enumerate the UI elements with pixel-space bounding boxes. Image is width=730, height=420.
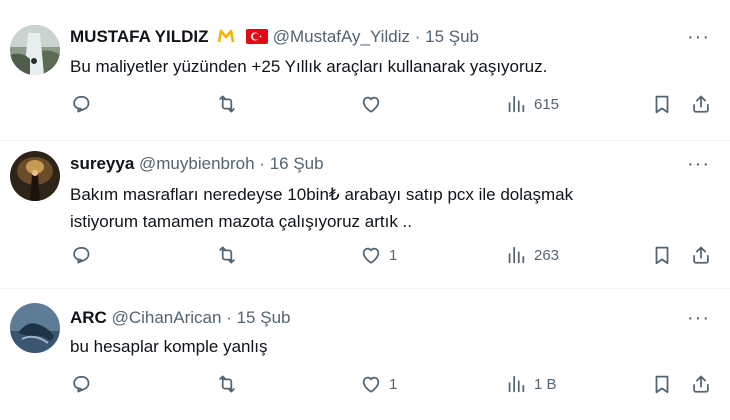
like-icon — [360, 93, 382, 115]
like-button[interactable]: 1 — [360, 244, 397, 266]
action-bar: 615 — [0, 93, 730, 123]
separator-dot: · — [259, 154, 265, 173]
share-button[interactable] — [690, 93, 712, 115]
reply-icon — [70, 244, 92, 266]
share-icon — [690, 93, 712, 115]
timestamp[interactable]: 15 Şub — [425, 27, 479, 46]
retweet-icon — [216, 93, 238, 115]
action-bar: 1 263 — [0, 244, 730, 274]
bookmark-icon — [651, 244, 673, 266]
bookmark-icon — [651, 93, 673, 115]
avatar[interactable] — [10, 25, 60, 75]
views-button[interactable]: 615 — [505, 93, 559, 115]
share-icon — [690, 244, 712, 266]
tweet-text: bu hesaplar komple yanlış — [70, 333, 268, 360]
share-icon — [690, 373, 712, 395]
tweet[interactable]: ARC @CihanArican · 15 Şub ··· bu hesapla… — [0, 289, 730, 420]
timestamp[interactable]: 16 Şub — [270, 154, 324, 173]
reply-button[interactable] — [70, 244, 92, 266]
tweet-header: ARC @CihanArican · 15 Şub — [70, 307, 290, 329]
views-button[interactable]: 1 B — [505, 373, 557, 395]
tweet-text-line: bu hesaplar komple yanlış — [70, 337, 268, 356]
avatar[interactable] — [10, 303, 60, 353]
tweet-text-line: Bu maliyetler yüzünden +25 Yıllık araçla… — [70, 57, 548, 76]
share-button[interactable] — [690, 244, 712, 266]
views-button[interactable]: 263 — [505, 244, 559, 266]
like-icon — [360, 373, 382, 395]
view-count: 615 — [534, 95, 560, 113]
retweet-icon — [216, 373, 238, 395]
avatar[interactable] — [10, 151, 60, 201]
timestamp[interactable]: 15 Şub — [237, 308, 291, 327]
views-icon — [505, 373, 527, 395]
view-count: 1 B — [534, 375, 557, 393]
tweet[interactable]: sureyya @muybienbroh · 16 Şub ··· Bakım … — [0, 141, 730, 288]
handle[interactable]: @CihanArican — [112, 308, 222, 327]
views-icon — [505, 244, 527, 266]
bookmark-icon — [651, 373, 673, 395]
action-bar: 1 1 B — [0, 373, 730, 403]
retweet-icon — [216, 244, 238, 266]
like-count: 1 — [389, 375, 398, 393]
separator-dot: · — [414, 27, 421, 46]
tweet-text-line: istiyorum tamamen mazota çalışıyoruz art… — [70, 212, 412, 231]
separator-dot: · — [226, 308, 232, 327]
display-name[interactable]: sureyya — [70, 154, 134, 173]
display-name[interactable]: MUSTAFA YILDIZ — [70, 27, 209, 46]
views-icon — [505, 93, 527, 115]
like-button[interactable] — [360, 93, 389, 115]
reply-icon — [70, 93, 92, 115]
share-button[interactable] — [690, 373, 712, 395]
retweet-button[interactable] — [216, 244, 238, 266]
bookmark-button[interactable] — [651, 93, 673, 115]
like-icon — [360, 244, 382, 266]
more-options-icon[interactable]: ··· — [687, 153, 710, 176]
turkey-flag-icon — [245, 29, 268, 44]
tweet[interactable]: MUSTAFA YILDIZ @MustafAy_Yildiz · 15 Şub… — [0, 0, 730, 140]
tweet-header: MUSTAFA YILDIZ @MustafAy_Yildiz · 15 Şub — [70, 26, 479, 48]
reply-button[interactable] — [70, 93, 92, 115]
tweet-text-line: Bakım masrafları neredeyse 10bin₺ arabay… — [70, 185, 574, 204]
view-count: 263 — [534, 246, 560, 264]
like-button[interactable]: 1 — [360, 373, 397, 395]
reply-button[interactable] — [70, 373, 92, 395]
reply-icon — [70, 373, 92, 395]
display-name[interactable]: ARC — [70, 308, 107, 327]
retweet-button[interactable] — [216, 373, 238, 395]
more-options-icon[interactable]: ··· — [687, 26, 710, 49]
tweet-header: sureyya @muybienbroh · 16 Şub — [70, 153, 324, 175]
handle[interactable]: @muybienbroh — [139, 154, 255, 173]
like-count: 1 — [389, 246, 398, 264]
tweet-text: Bu maliyetler yüzünden +25 Yıllık araçla… — [70, 53, 547, 80]
retweet-button[interactable] — [216, 93, 238, 115]
handle[interactable]: @MustafAy_Yildiz — [273, 27, 410, 46]
gold-m-icon — [217, 29, 235, 43]
bookmark-button[interactable] — [651, 373, 673, 395]
more-options-icon[interactable]: ··· — [687, 307, 710, 330]
tweet-text: Bakım masrafları neredeyse 10bin₺ arabay… — [70, 181, 573, 235]
bookmark-button[interactable] — [651, 244, 673, 266]
